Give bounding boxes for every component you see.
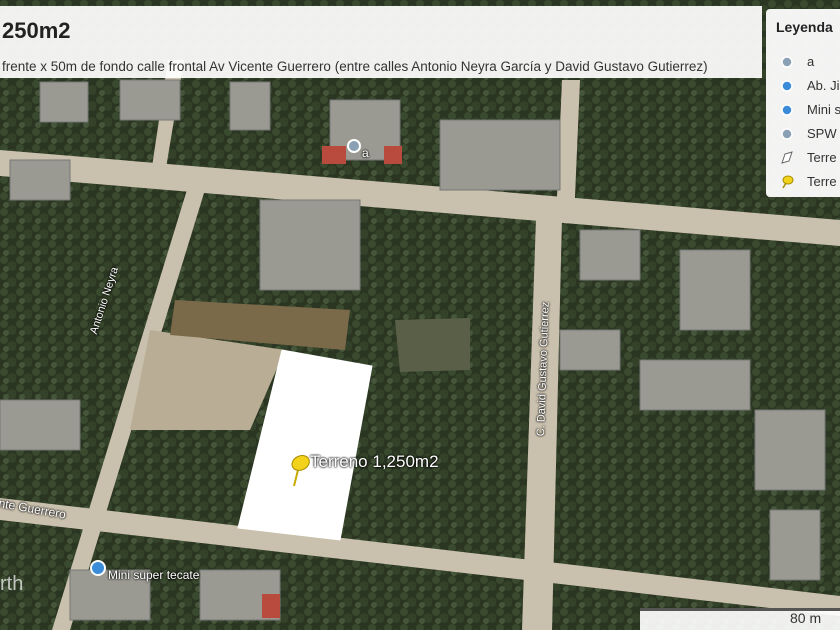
pin-icon bbox=[781, 128, 793, 140]
place-label-a: a bbox=[362, 146, 369, 160]
legend-item[interactable]: Terre bbox=[766, 171, 840, 193]
legend-item-label: Ab. Ji bbox=[807, 78, 840, 93]
page-title: 250m2 bbox=[2, 18, 71, 43]
legend-item[interactable]: a bbox=[766, 51, 840, 73]
page-subtitle: frente x 50m de fondo calle frontal Av V… bbox=[2, 59, 708, 74]
title-panel: 250m2 frente x 50m de fondo calle fronta… bbox=[0, 6, 762, 78]
legend-item-label: Terre bbox=[807, 174, 837, 189]
legend-panel: Leyenda a Ab. Ji Mini s SPW Terre Terre bbox=[766, 9, 840, 197]
legend-item[interactable]: Terre bbox=[766, 147, 840, 169]
legend-item-label: Terre bbox=[807, 150, 837, 165]
polygon-icon bbox=[781, 151, 793, 164]
pin-icon bbox=[781, 56, 793, 68]
legend-title: Leyenda bbox=[776, 19, 833, 35]
legend-item[interactable]: SPW bbox=[766, 123, 840, 145]
legend-item[interactable]: Mini s bbox=[766, 99, 840, 121]
pushpin-icon bbox=[782, 175, 794, 189]
scale-bar: 80 m bbox=[640, 608, 840, 630]
legend-item-label: SPW bbox=[807, 126, 837, 141]
pin-icon bbox=[781, 104, 793, 116]
scale-bar-label: 80 m bbox=[790, 610, 822, 626]
pin-icon bbox=[781, 80, 793, 92]
place-label-minisuper: Mini super tecate bbox=[108, 568, 200, 582]
legend-item[interactable]: Ab. Ji bbox=[766, 75, 840, 97]
parcel-label: Terreno 1,250m2 bbox=[310, 452, 439, 471]
legend-item-label: Mini s bbox=[807, 102, 840, 117]
watermark: rth bbox=[0, 573, 24, 595]
satellite-map[interactable] bbox=[0, 0, 840, 630]
place-marker-icon[interactable] bbox=[90, 560, 106, 576]
legend-item-label: a bbox=[807, 54, 815, 69]
place-marker-icon[interactable] bbox=[347, 139, 361, 153]
